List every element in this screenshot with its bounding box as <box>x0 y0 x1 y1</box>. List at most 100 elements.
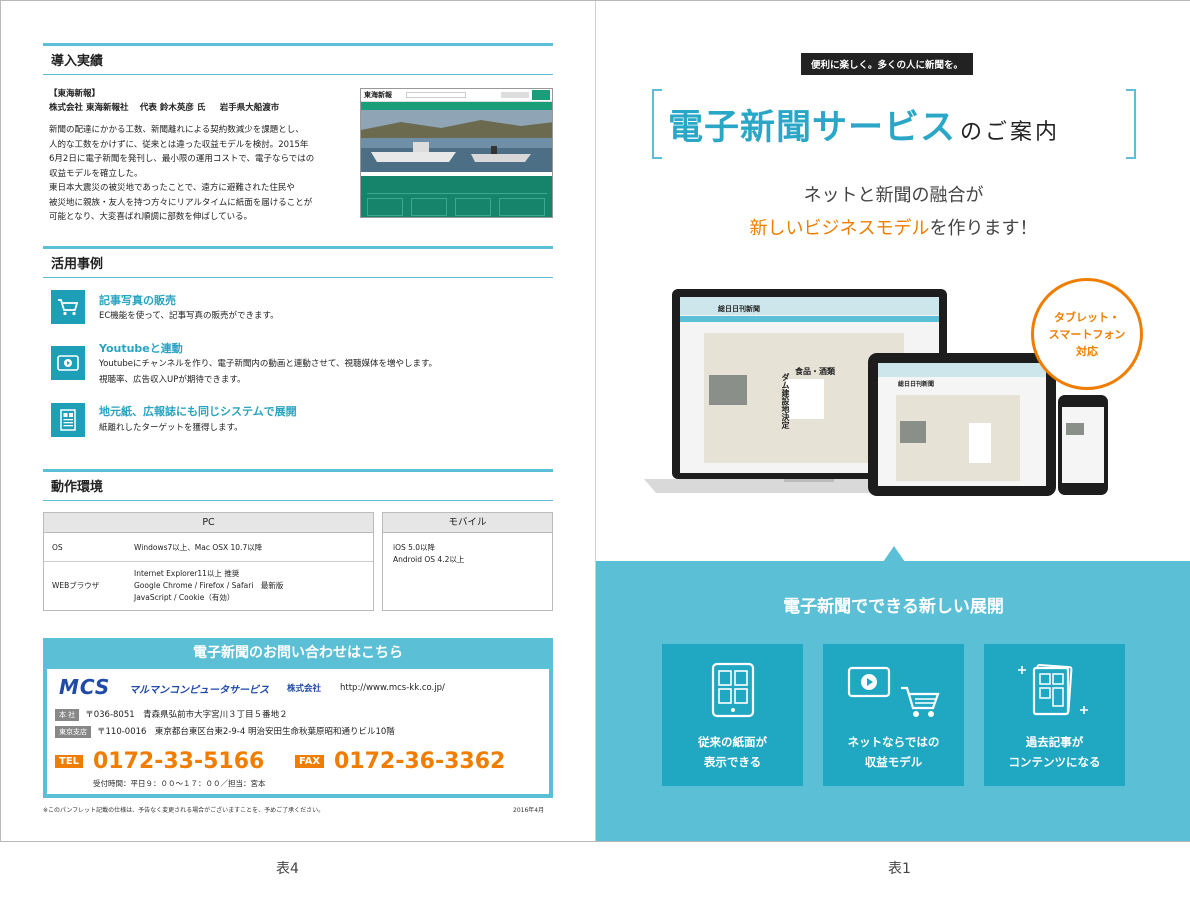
laptop-headline-box: 食品・酒類 <box>795 367 835 376</box>
subtitle-highlight: 新しいビジネスモデル <box>749 218 930 239</box>
band-pointer <box>883 546 905 562</box>
tokyo-address-row: 東京支店 〒110-0016 東京都台東区台東2-9-4 明治安田生命秋葉原昭和通… <box>55 725 395 738</box>
title-bracket-left <box>652 89 662 159</box>
feature-label-archive: 過去記事がコンテンツになる <box>984 732 1125 772</box>
results-body-6: 被災地に親族・友人を持つ方々にリアルタイムに紙面を届けることが <box>49 197 313 208</box>
results-body-5: 東日本大震災の被災地であったことで、遠方に避難された住民や <box>49 183 295 193</box>
badge-line-1: タブレット・ <box>1054 310 1120 324</box>
cart-icon <box>51 290 85 324</box>
feature-label-paper-line1: 従来の紙面が <box>698 735 767 749</box>
video-cart-icon <box>847 666 940 717</box>
hq-badge: 本 社 <box>55 709 80 721</box>
site-header: 東海新報 <box>361 89 552 102</box>
brochure-spread-view: 導入実績 【東海新報】 株式会社 東海新報社 代表 鈴木英彦 氏 岩手県大船渡市… <box>0 0 1190 900</box>
fax-label: FAX <box>295 755 325 768</box>
env-browser-label: WEBブラウザ <box>52 581 100 590</box>
fax-number: 0172-36-3362 <box>334 749 506 774</box>
feature-label-paper-line2: 表示できる <box>703 755 762 769</box>
env-mobile-value-1: iOS 5.0以降 <box>393 543 436 552</box>
env-os-value: Windows7以上、Mac OSX 10.7以降 <box>134 543 263 552</box>
usecase-1-desc: EC機能を使って、記事写真の販売ができます。 <box>99 311 279 321</box>
feature-label-revenue-line2: 収益モデル <box>864 755 923 769</box>
site-nav <box>361 102 552 110</box>
section-title-environment: 動作環境 <box>43 469 553 501</box>
device-support-badge: タブレット・ スマートフォン 対応 <box>1031 278 1143 390</box>
tel-number-link[interactable]: 0172-33-5166 <box>93 749 264 774</box>
feature-label-revenue-line1: ネットならではの <box>847 735 940 749</box>
subtitle-line-1: ネットと新聞の融合が <box>803 185 984 206</box>
env-browser-value-1: Internet Explorer11以上 推奨 <box>134 569 240 578</box>
env-mobile-value-2: Android OS 4.2以上 <box>393 555 465 564</box>
tablet-icon <box>711 662 755 718</box>
badge-line-2: スマートフォン <box>1048 327 1126 341</box>
feature-label-archive-line2: コンテンツになる <box>1008 755 1101 769</box>
harbor-photo <box>361 110 552 172</box>
tel-label: TEL <box>55 755 84 768</box>
feature-label-archive-line1: 過去記事が <box>1025 735 1084 749</box>
usecase-3-desc: 紙離れしたターゲットを獲得します。 <box>99 423 243 433</box>
tablet-masthead: 総日日刊新聞 <box>898 381 935 388</box>
usecase-2-title: Youtubeと連動 <box>99 342 183 355</box>
archive-icon <box>1018 664 1088 716</box>
section-title-results: 導入実績 <box>43 43 553 75</box>
subtitle-tail: を作ります！ <box>929 218 1038 239</box>
results-body-3: 6月2日に電子新聞を発刊し、最小限の運用コストで、電子ならではの <box>49 154 315 164</box>
env-mobile-header: モバイル <box>383 513 552 533</box>
site-logo: 東海新報 <box>364 90 392 99</box>
env-table-mobile: モバイル iOS 5.0以降 Android OS 4.2以上 <box>382 512 553 611</box>
newspaper-icon <box>51 403 85 437</box>
company-suffix: 株式会社 <box>287 684 322 694</box>
page-label-back: 表4 <box>276 861 299 877</box>
catchphrase: 便利に楽しく。多くの人に新聞を。 <box>801 53 974 75</box>
feature-tile-revenue: ネットならではの 収益モデル <box>823 644 964 786</box>
contact-body: MCS マルマンコンピュータサービス 株式会社 http://www.mcs-k… <box>47 669 549 794</box>
subtitle-line-2: 新しいビジネスモデルを作ります！ <box>596 214 1190 240</box>
hq-address-row: 本 社〒036-8051 青森県弘前市大字宮川３丁目５番地２ <box>55 708 288 721</box>
company-script: マルマンコンピュータサービス <box>129 685 269 696</box>
play-icon <box>51 346 85 380</box>
site-button <box>501 92 529 98</box>
feature-tile-paper: 従来の紙面が 表示できる <box>662 644 803 786</box>
env-browser-value-2: Google Chrome / Firefox / Safari 最新版 <box>134 581 284 590</box>
cover-title: 電子新聞サービス のご案内 <box>668 99 1128 150</box>
section-title-usecases: 活用事例 <box>43 246 553 278</box>
site-menu-tiles <box>361 176 552 217</box>
badge-line-3: 対応 <box>1076 344 1098 358</box>
hq-address: 〒036-8051 青森県弘前市大字宮川３丁目５番地２ <box>85 710 288 720</box>
title-main: 電子新聞サービス <box>668 108 957 148</box>
laptop-headline-vertical: ダム建設地決定 <box>781 373 790 429</box>
usecase-2-desc-1: Youtubeにチャンネルを作り、電子新聞内の動画と連動させて、視聴媒体を増やし… <box>99 359 438 369</box>
title-suffix: のご案内 <box>960 120 1061 145</box>
feature-label-revenue: ネットならではの 収益モデル <box>823 732 964 772</box>
cover-page: 便利に楽しく。多くの人に新聞を。 電子新聞サービス のご案内 ネットと新聞の融合が… <box>595 1 1190 841</box>
laptop-masthead: 総日日刊新聞 <box>718 305 760 313</box>
client-line: 株式会社 東海新報社 代表 鈴木英彦 氏 岩手県大船渡市 <box>49 103 280 113</box>
usecase-2-desc-2: 視聴率、広告収入UPが期待できます。 <box>99 375 246 385</box>
feature-label-paper: 従来の紙面が 表示できる <box>662 732 803 772</box>
feature-tile-archive: 過去記事がコンテンツになる <box>984 644 1125 786</box>
contact-header: 電子新聞のお問い合わせはこちら <box>193 645 403 661</box>
usecase-3-title: 地元紙、広報誌にも同じシステムで展開 <box>99 405 297 418</box>
back-page: 導入実績 【東海新報】 株式会社 東海新報社 代表 鈴木英彦 氏 岩手県大船渡市… <box>1 1 595 841</box>
site-search-box <box>406 92 466 98</box>
env-browser-value-3: JavaScript / Cookie（有効） <box>134 593 235 602</box>
band-title: 電子新聞でできる新しい展開 <box>783 597 1004 617</box>
client-site-screenshot: 東海新報 <box>360 88 553 218</box>
tokyo-address: 〒110-0016 東京都台東区台東2-9-4 明治安田生命秋葉原昭和通りビル1… <box>97 727 395 737</box>
results-body-2: 人的な工数をかけずに、従来とは違った収益モデルを検討。2015年 <box>49 139 309 150</box>
tokyo-badge: 東京支店 <box>55 726 91 738</box>
company-url-link[interactable]: http://www.mcs-kk.co.jp/ <box>340 683 445 693</box>
results-body-1: 新聞の配達にかかる工数、新聞離れによる契約数減少を課題とし、 <box>49 125 304 135</box>
results-body-4: 収益モデルを確立した。 <box>49 168 143 179</box>
env-table-pc: PC OS Windows7以上、Mac OSX 10.7以降 WEBブラウザ … <box>43 512 374 611</box>
site-login-button <box>532 90 550 100</box>
brochure-spread: 導入実績 【東海新報】 株式会社 東海新報社 代表 鈴木英彦 氏 岩手県大船渡市… <box>0 0 1190 842</box>
results-body-7: 可能となり、大変喜ばれ順調に部数を伸ばしている。 <box>49 212 253 222</box>
footnote: ※このパンフレット記載の仕様は、予告なく変更される場合がございますことを、予めご… <box>43 807 325 814</box>
results-text-block: 【東海新報】 株式会社 東海新報社 代表 鈴木英彦 氏 岩手県大船渡市 新聞の配… <box>49 88 349 225</box>
mcs-logo: MCS <box>59 675 111 699</box>
env-pc-header: PC <box>44 513 373 533</box>
page-label-cover: 表1 <box>888 861 911 877</box>
usecase-1-title: 記事写真の販売 <box>99 294 176 307</box>
issue-date: 2016年4月 <box>513 807 545 814</box>
